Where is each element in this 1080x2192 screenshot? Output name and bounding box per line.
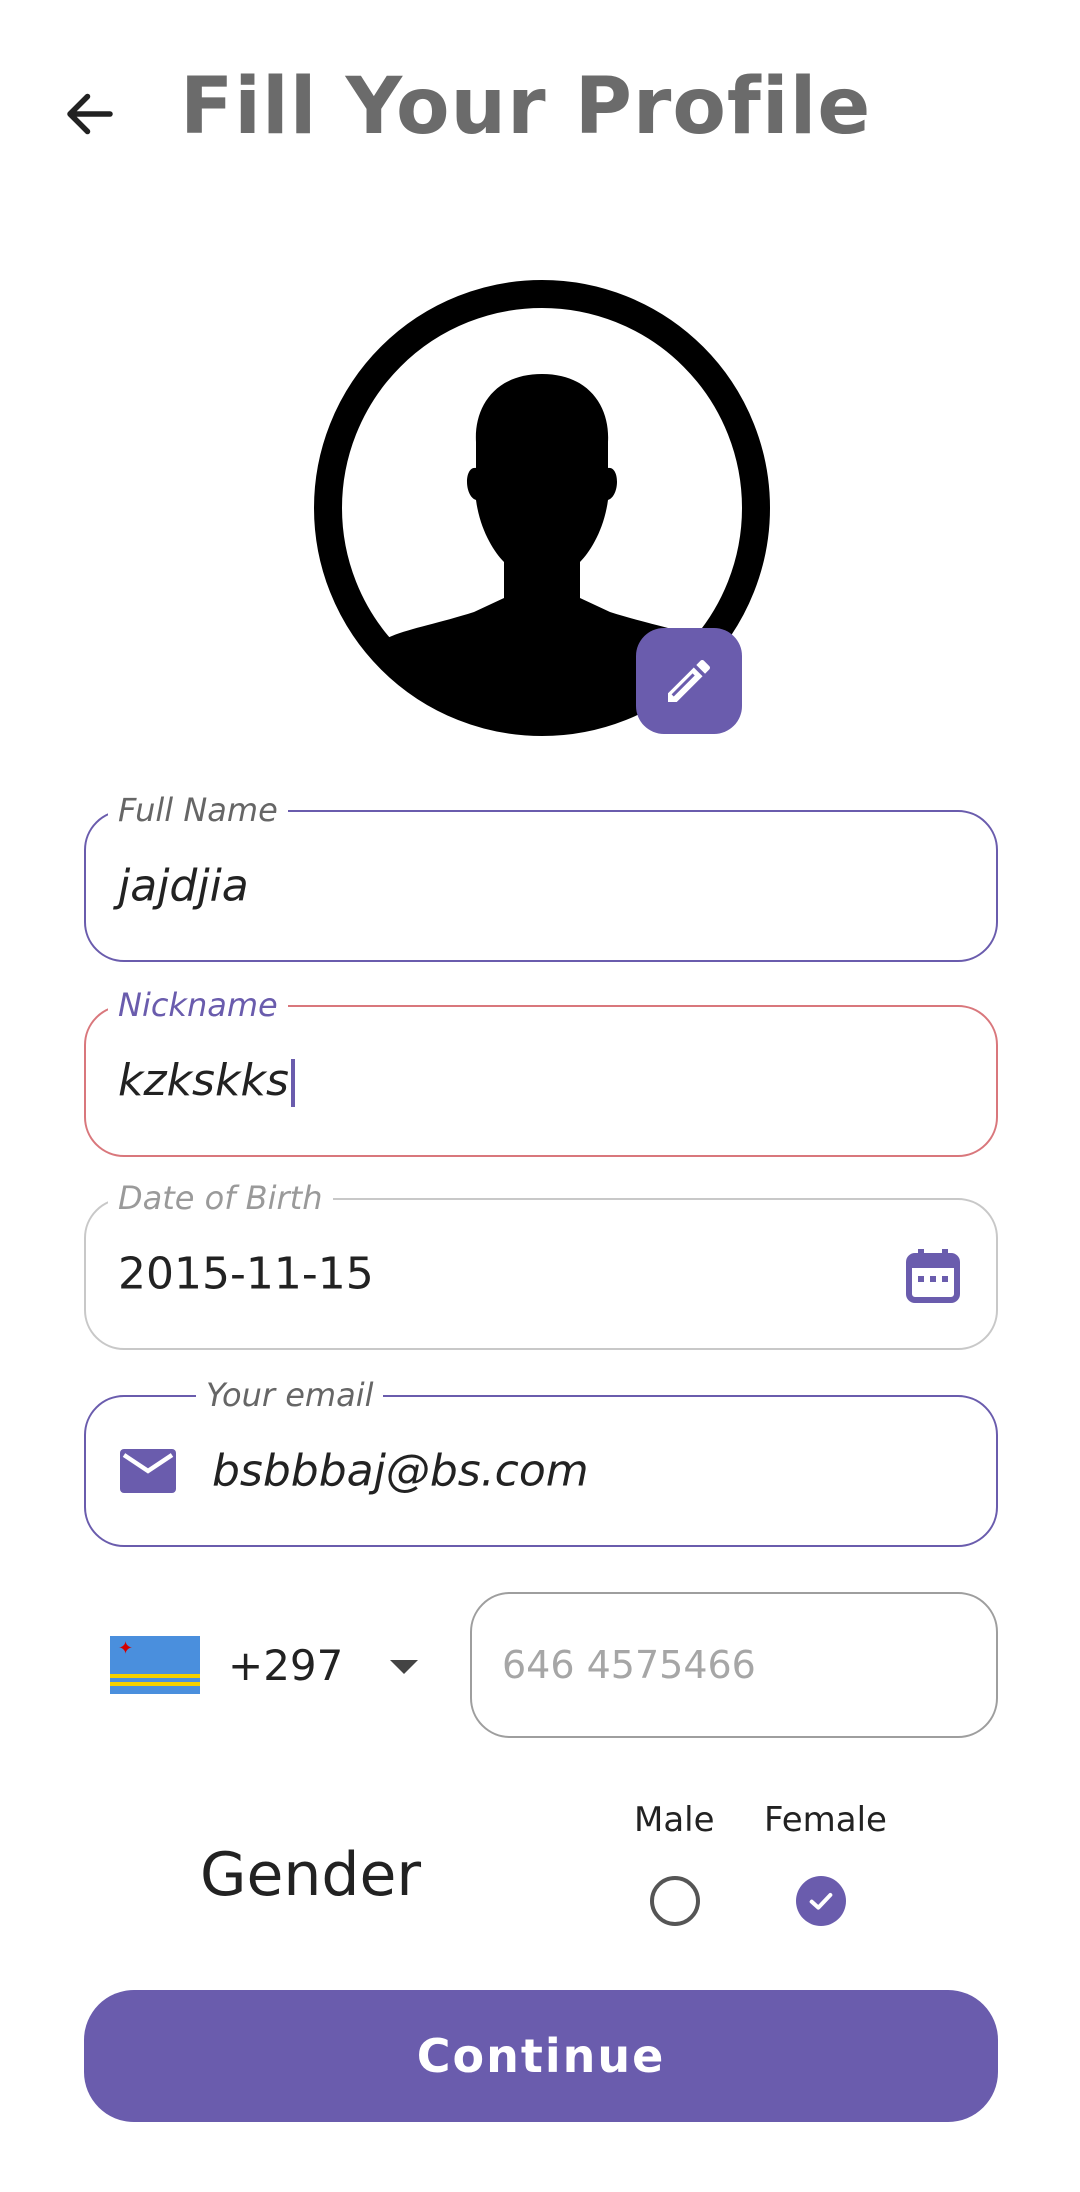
mail-icon <box>120 1449 176 1493</box>
female-radio[interactable] <box>796 1876 846 1926</box>
nickname-label: Nickname <box>108 985 288 1025</box>
full-name-value: jajdjia <box>118 860 249 912</box>
date-of-birth-label: Date of Birth <box>108 1178 333 1218</box>
full-name-label: Full Name <box>108 790 288 830</box>
date-of-birth-value: 2015-11-15 <box>118 1248 374 1300</box>
phone-number-input[interactable] <box>470 1592 998 1738</box>
flag-stripe <box>110 1682 200 1686</box>
text-cursor <box>290 1059 295 1107</box>
checkmark-icon <box>809 1893 833 1910</box>
continue-button[interactable]: Continue <box>84 1990 998 2122</box>
page-title: Fill Your Profile <box>180 62 872 152</box>
caret-down-icon <box>390 1660 418 1674</box>
full-name-field[interactable]: Full Name jajdjia <box>84 790 998 962</box>
male-radio[interactable] <box>650 1876 700 1926</box>
country-code-picker[interactable]: ✦ +297 <box>110 1630 440 1700</box>
dial-code: +297 <box>228 1640 344 1690</box>
nickname-value-wrap: kzkskks <box>118 1055 295 1107</box>
pencil-icon <box>668 659 711 702</box>
email-value: bsbbbaj@bs.com <box>212 1445 589 1497</box>
gender-label: Gender <box>200 1840 422 1910</box>
email-field[interactable]: Your email bsbbbaj@bs.com <box>84 1375 998 1547</box>
edit-avatar-button[interactable] <box>636 628 742 734</box>
aruba-flag-icon: ✦ <box>110 1636 200 1694</box>
email-label: Your email <box>196 1375 384 1415</box>
nickname-value: kzkskks <box>118 1055 289 1106</box>
calendar-icon[interactable] <box>906 1248 960 1304</box>
flag-stripe <box>110 1674 200 1678</box>
arrow-left-icon <box>67 93 113 135</box>
date-of-birth-field[interactable]: Date of Birth 2015-11-15 <box>84 1178 998 1350</box>
flag-star: ✦ <box>118 1638 134 1659</box>
nickname-field[interactable]: Nickname kzkskks <box>84 985 998 1157</box>
male-option-label: Male <box>634 1800 715 1840</box>
fill-profile-screen: Fill Your Profile Full Name jajdjia Nick… <box>0 0 1080 2192</box>
back-button[interactable] <box>48 72 132 156</box>
female-option-label: Female <box>764 1800 887 1840</box>
